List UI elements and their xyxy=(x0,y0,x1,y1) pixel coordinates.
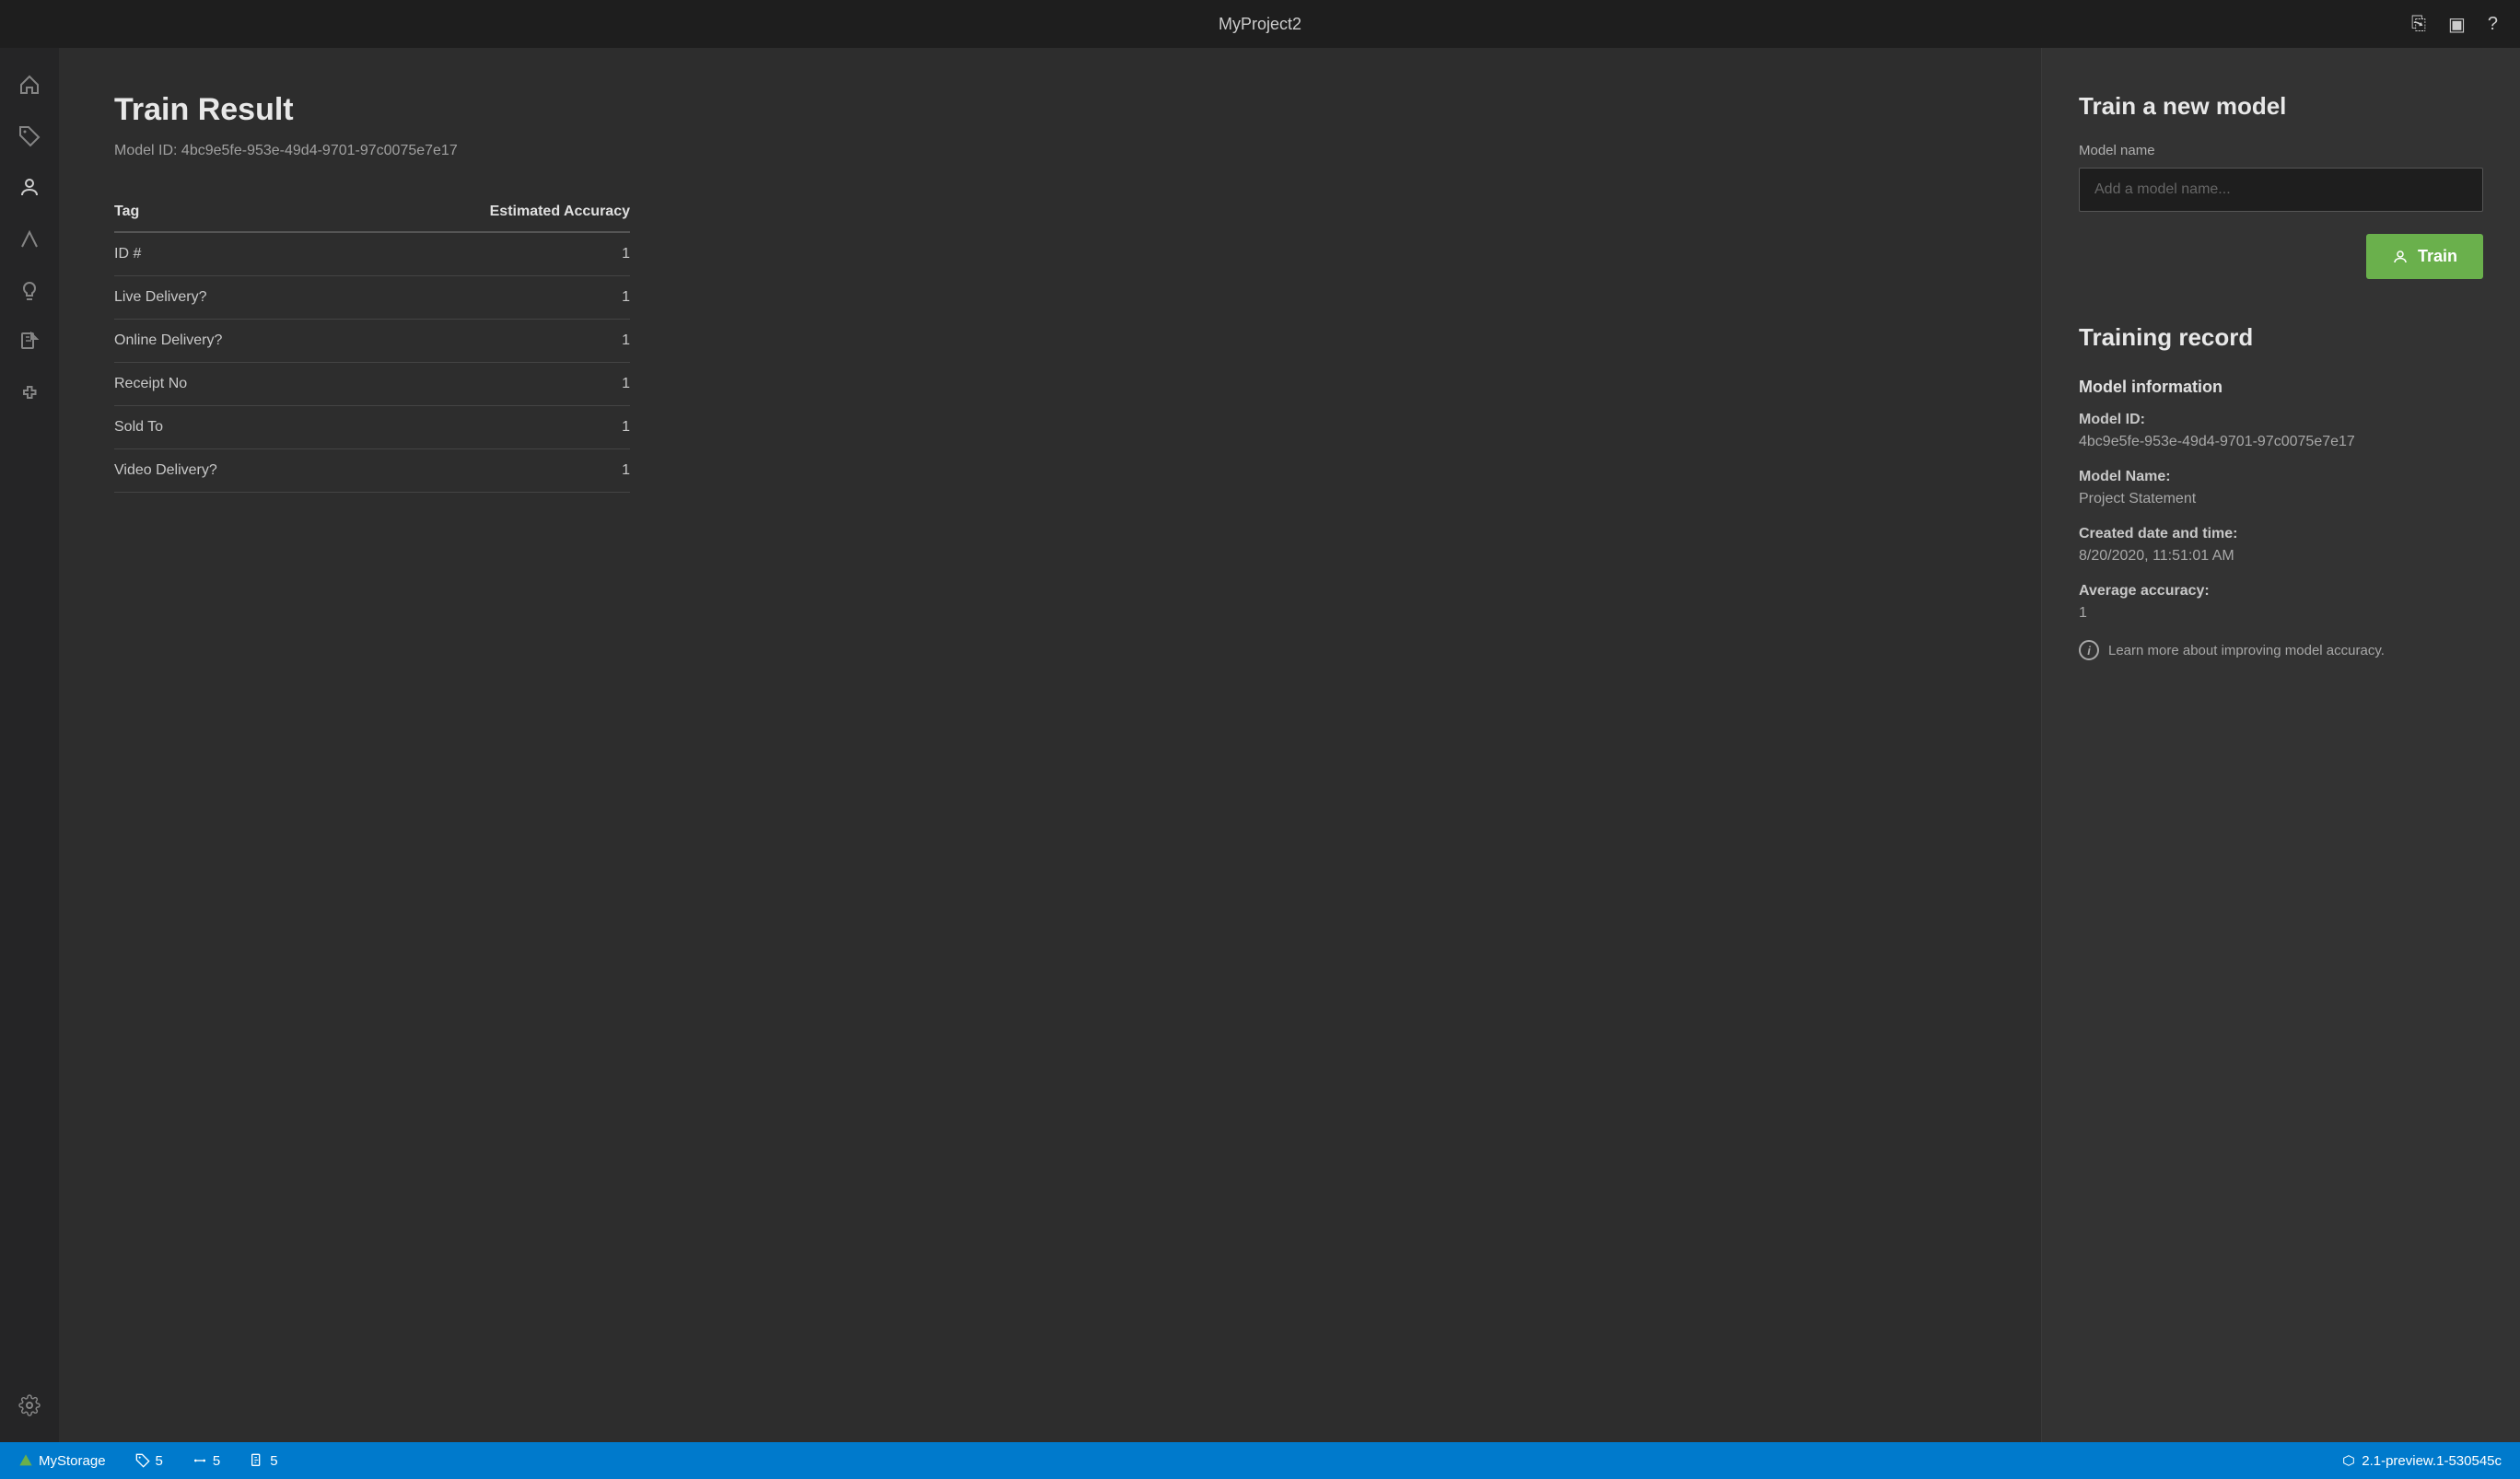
tag-cell: Video Delivery? xyxy=(114,449,339,493)
person-icon xyxy=(18,177,41,199)
statusbar-tags: 5 xyxy=(135,1453,163,1469)
training-record-title: Training record xyxy=(2079,323,2483,352)
statusbar-version: 2.1-preview.1-530545c xyxy=(2341,1453,2502,1469)
accuracy-cell: 1 xyxy=(339,449,630,493)
tag-cell: Receipt No xyxy=(114,363,339,406)
table-row: Online Delivery? 1 xyxy=(114,320,630,363)
model-name-field-value: Project Statement xyxy=(2079,491,2483,507)
share-icon[interactable]: ⎘ xyxy=(2411,14,2426,35)
documents-count: 5 xyxy=(270,1453,277,1469)
train-section-title: Train a new model xyxy=(2079,92,2483,121)
accuracy-table: Tag Estimated Accuracy ID # 1 Live Deliv… xyxy=(114,192,630,493)
col-tag: Tag xyxy=(114,192,339,232)
model-id-field-value: 4bc9e5fe-953e-49d4-9701-97c0075e7e17 xyxy=(2079,434,2483,450)
sidebar xyxy=(0,48,59,1442)
sidebar-item-home[interactable] xyxy=(7,63,52,107)
table-row: ID # 1 xyxy=(114,232,630,276)
model-name-field-label: Model Name: xyxy=(2079,469,2483,485)
layout-icon[interactable]: ▣ xyxy=(2448,13,2466,36)
info-icon: i xyxy=(2079,640,2099,660)
predict-icon xyxy=(18,228,41,250)
sidebar-item-train[interactable] xyxy=(7,166,52,210)
avg-accuracy-value: 1 xyxy=(2079,605,2483,622)
model-info-title: Model information xyxy=(2079,378,2483,397)
connection-status-icon xyxy=(192,1453,207,1468)
right-panel: Train a new model Model name Train Train… xyxy=(2041,48,2520,1442)
tags-count: 5 xyxy=(156,1453,163,1469)
table-body: ID # 1 Live Delivery? 1 Online Delivery?… xyxy=(114,232,630,493)
connections-count: 5 xyxy=(213,1453,220,1469)
avg-accuracy-label: Average accuracy: xyxy=(2079,583,2483,600)
settings-icon xyxy=(18,1394,41,1416)
tag-cell: Sold To xyxy=(114,406,339,449)
avg-accuracy-field: Average accuracy: 1 xyxy=(2079,583,2483,622)
plugin-icon xyxy=(18,383,41,405)
accuracy-cell: 1 xyxy=(339,276,630,320)
main-panel: Train Result Model ID: 4bc9e5fe-953e-49d… xyxy=(59,48,2041,1442)
train-button-label: Train xyxy=(2418,247,2457,266)
created-field-label: Created date and time: xyxy=(2079,526,2483,542)
titlebar: MyProject2 ⎘ ▣ ? xyxy=(0,0,2520,48)
table-row: Video Delivery? 1 xyxy=(114,449,630,493)
document-status-icon xyxy=(250,1453,264,1468)
home-icon xyxy=(18,74,41,96)
accuracy-cell: 1 xyxy=(339,406,630,449)
table-row: Live Delivery? 1 xyxy=(114,276,630,320)
tag-status-icon xyxy=(135,1453,150,1468)
content-area: Train Result Model ID: 4bc9e5fe-953e-49d… xyxy=(59,48,2520,1442)
learn-more-text: Learn more about improving model accurac… xyxy=(2108,643,2385,658)
model-name-input[interactable] xyxy=(2079,168,2483,212)
model-id-field-label: Model ID: xyxy=(2079,412,2483,428)
page-title: Train Result xyxy=(114,92,1986,128)
col-accuracy: Estimated Accuracy xyxy=(339,192,630,232)
table-row: Receipt No 1 xyxy=(114,363,630,406)
version-icon xyxy=(2341,1453,2356,1468)
document-icon xyxy=(18,332,41,354)
statusbar-connections: 5 xyxy=(192,1453,220,1469)
statusbar-storage: MyStorage xyxy=(18,1453,106,1469)
help-icon[interactable]: ? xyxy=(2488,14,2498,35)
app-body: Train Result Model ID: 4bc9e5fe-953e-49d… xyxy=(0,48,2520,1442)
model-name-label: Model name xyxy=(2079,143,2483,158)
app-title: MyProject2 xyxy=(1219,15,1301,34)
accuracy-cell: 1 xyxy=(339,232,630,276)
titlebar-actions: ⎘ ▣ ? xyxy=(2411,13,2498,36)
model-name-field: Model Name: Project Statement xyxy=(2079,469,2483,507)
table-header-row: Tag Estimated Accuracy xyxy=(114,192,630,232)
sidebar-item-predict[interactable] xyxy=(7,217,52,262)
tag-cell: Live Delivery? xyxy=(114,276,339,320)
tag-cell: Online Delivery? xyxy=(114,320,339,363)
tag-icon xyxy=(18,125,41,147)
sidebar-item-plugin[interactable] xyxy=(7,372,52,416)
model-id-field: Model ID: 4bc9e5fe-953e-49d4-9701-97c007… xyxy=(2079,412,2483,450)
accuracy-cell: 1 xyxy=(339,363,630,406)
table-row: Sold To 1 xyxy=(114,406,630,449)
sidebar-item-document[interactable] xyxy=(7,320,52,365)
tag-cell: ID # xyxy=(114,232,339,276)
statusbar: MyStorage 5 5 5 2.1-preview.1-530545c xyxy=(0,1442,2520,1479)
bulb-icon xyxy=(18,280,41,302)
created-field: Created date and time: 8/20/2020, 11:51:… xyxy=(2079,526,2483,565)
model-id-display: Model ID: 4bc9e5fe-953e-49d4-9701-97c007… xyxy=(114,143,1986,159)
train-button-icon xyxy=(2392,249,2409,265)
sidebar-item-tag[interactable] xyxy=(7,114,52,158)
sidebar-item-settings[interactable] xyxy=(7,1383,52,1427)
version-text: 2.1-preview.1-530545c xyxy=(2362,1453,2502,1469)
statusbar-documents: 5 xyxy=(250,1453,277,1469)
created-field-value: 8/20/2020, 11:51:01 AM xyxy=(2079,548,2483,565)
storage-name: MyStorage xyxy=(39,1453,106,1469)
sidebar-item-bulb[interactable] xyxy=(7,269,52,313)
learn-more-link[interactable]: i Learn more about improving model accur… xyxy=(2079,640,2483,660)
accuracy-cell: 1 xyxy=(339,320,630,363)
train-button[interactable]: Train xyxy=(2366,234,2483,279)
logo-icon xyxy=(18,1453,33,1468)
